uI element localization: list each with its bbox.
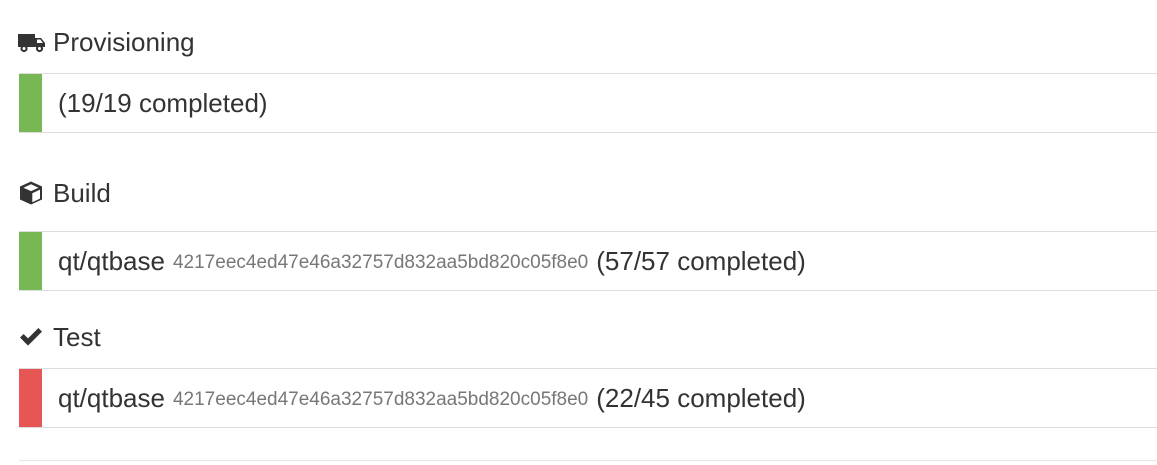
cube-icon	[18, 180, 46, 206]
divider	[19, 460, 1157, 461]
progress-text: (19/19 completed)	[58, 87, 268, 118]
repo-name[interactable]: qt/qtbase	[58, 383, 165, 414]
status-bar-failure	[19, 369, 42, 427]
job-row-test[interactable]: qt/qtbase 4217eec4ed47e46a32757d832aa5bd…	[19, 368, 1157, 428]
section-title: Test	[53, 321, 101, 352]
row-content: qt/qtbase 4217eec4ed47e46a32757d832aa5bd…	[58, 232, 806, 290]
status-bar-success	[19, 232, 42, 290]
job-row-build[interactable]: qt/qtbase 4217eec4ed47e46a32757d832aa5bd…	[19, 231, 1157, 291]
section-title: Provisioning	[53, 26, 195, 57]
row-content: qt/qtbase 4217eec4ed47e46a32757d832aa5bd…	[58, 369, 806, 427]
section-header-provisioning: Provisioning	[18, 25, 195, 59]
truck-icon	[18, 29, 46, 55]
job-row-provisioning[interactable]: (19/19 completed)	[19, 73, 1157, 133]
commit-sha[interactable]: 4217eec4ed47e46a32757d832aa5bd820c05f8e0	[173, 389, 588, 411]
progress-text: (22/45 completed)	[596, 382, 806, 413]
section-title: Build	[53, 177, 111, 208]
row-content: (19/19 completed)	[58, 74, 268, 132]
section-header-build: Build	[18, 176, 111, 210]
commit-sha[interactable]: 4217eec4ed47e46a32757d832aa5bd820c05f8e0	[173, 252, 588, 274]
progress-text: (57/57 completed)	[596, 245, 806, 276]
section-header-test: Test	[18, 320, 101, 354]
repo-name[interactable]: qt/qtbase	[58, 246, 165, 277]
status-bar-success	[19, 74, 42, 132]
check-icon	[18, 324, 46, 350]
